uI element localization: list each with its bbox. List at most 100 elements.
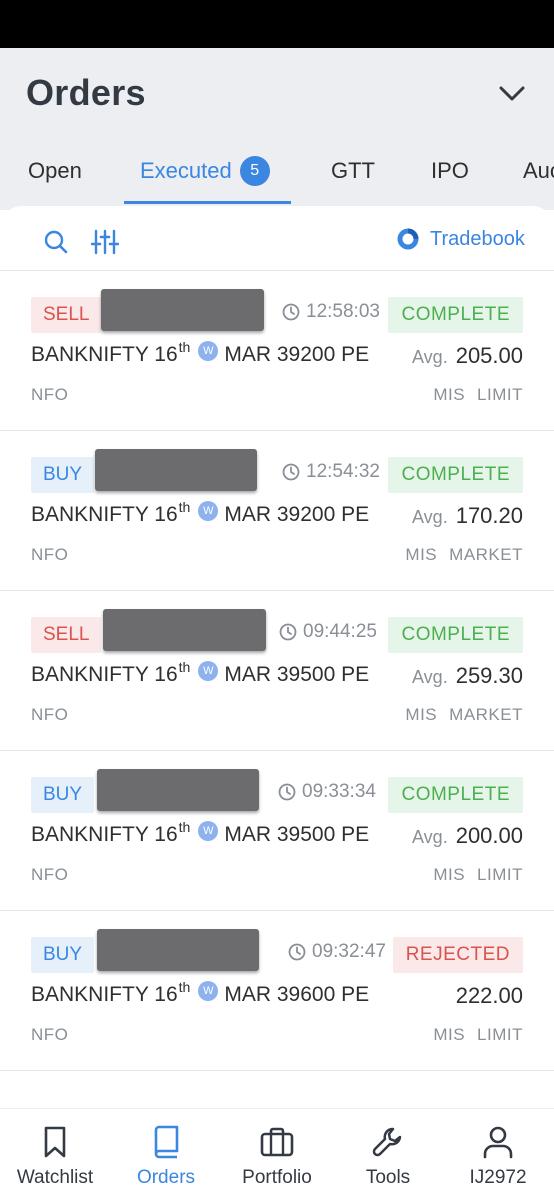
instrument-symbol: BANKNIFTY 16 <box>31 343 178 366</box>
instrument-contract: MAR 39500 PE <box>224 823 370 846</box>
order-type: LIMIT <box>477 865 523 884</box>
avg-price-value: 259.30 <box>455 663 523 688</box>
nav-tools[interactable]: Tools <box>333 1109 443 1200</box>
tab-auction[interactable]: Auc <box>523 148 554 206</box>
tradebook-icon <box>397 228 419 250</box>
instrument-name: BANKNIFTY 16th W MAR 39200 PE <box>31 499 370 527</box>
nav-portfolio[interactable]: Portfolio <box>222 1109 332 1200</box>
tab-open[interactable]: Open <box>28 148 82 206</box>
order-row[interactable]: SELL 09:44:25 COMPLETE BANKNIFTY 16th W MA… <box>0 591 554 751</box>
nav-label: Watchlist <box>16 1167 94 1188</box>
order-type: LIMIT <box>477 1025 523 1044</box>
tradebook-label: Tradebook <box>430 227 525 250</box>
order-time-text: 12:54:32 <box>306 461 380 482</box>
book-icon <box>154 1125 179 1159</box>
product-type: MIS <box>433 865 466 884</box>
exchange-label: NFO <box>31 545 69 564</box>
orders-dropdown-button[interactable] <box>492 74 532 114</box>
order-time: 09:32:47 <box>288 941 386 963</box>
order-row[interactable]: BUY 12:54:32 COMPLETE BANKNIFTY 16th W MAR… <box>0 431 554 591</box>
chevron-down-icon <box>499 86 525 101</box>
day-suffix: th <box>178 339 191 355</box>
nav-icon-wrap <box>41 1123 69 1161</box>
order-type: LIMIT <box>477 385 523 404</box>
redacted-block <box>97 769 259 811</box>
tab-executed[interactable]: Executed 5 <box>140 148 270 206</box>
order-row[interactable]: BUY 09:33:34 COMPLETE BANKNIFTY 16th W MAR… <box>0 751 554 911</box>
avg-label: Avg. <box>412 347 448 367</box>
redacted-block <box>101 289 264 331</box>
redacted-block <box>95 449 257 491</box>
bookmark-icon <box>44 1126 66 1158</box>
tab-label: Executed <box>140 158 232 183</box>
search-button[interactable] <box>40 226 72 258</box>
instrument-contract: MAR 39600 PE <box>224 983 370 1006</box>
clock-icon <box>282 303 300 321</box>
nav-icon-wrap <box>259 1123 295 1161</box>
order-time: 09:33:34 <box>278 781 376 803</box>
order-side-badge: SELL <box>31 617 102 653</box>
sliders-icon <box>91 229 119 255</box>
instrument-symbol: BANKNIFTY 16 <box>31 823 178 846</box>
nav-icon-wrap <box>151 1123 181 1161</box>
search-icon <box>44 230 68 254</box>
order-status-badge: COMPLETE <box>388 777 523 813</box>
bottom-navigation: Watchlist Orders Portfolio Tools IJ2972 <box>0 1108 554 1200</box>
day-suffix: th <box>178 659 191 675</box>
order-row[interactable]: SELL 12:58:03 COMPLETE BANKNIFTY 16th W MA… <box>0 271 554 431</box>
order-side-badge: SELL <box>31 297 102 333</box>
order-time: 12:54:32 <box>282 461 380 483</box>
product-info: MIS LIMIT <box>433 865 523 885</box>
order-side-badge: BUY <box>31 937 95 973</box>
weekly-expiry-badge: W <box>198 501 219 521</box>
avg-label: Avg. <box>412 827 448 847</box>
order-time: 09:44:25 <box>279 621 377 643</box>
order-status-badge: COMPLETE <box>388 617 523 653</box>
nav-icon-wrap <box>482 1123 514 1161</box>
clock-icon <box>288 943 306 961</box>
product-info: MIS MARKET <box>405 705 523 725</box>
order-time-text: 09:44:25 <box>303 621 377 642</box>
weekly-expiry-badge: W <box>198 661 219 681</box>
product-info: MIS LIMIT <box>433 385 523 405</box>
tab-label: GTT <box>331 158 375 183</box>
tradebook-button[interactable]: Tradebook <box>396 224 525 254</box>
day-suffix: th <box>178 499 191 515</box>
exchange-label: NFO <box>31 1025 69 1044</box>
avg-price-value: 205.00 <box>455 343 523 368</box>
avg-price: Avg. 200.00 <box>412 823 523 849</box>
clock-icon <box>282 463 300 481</box>
instrument-symbol: BANKNIFTY 16 <box>31 663 178 686</box>
nav-account[interactable]: IJ2972 <box>443 1109 553 1200</box>
exchange-label: NFO <box>31 705 69 724</box>
tab-gtt[interactable]: GTT <box>331 148 375 206</box>
avg-price: 222.00 <box>448 983 523 1009</box>
avg-label: Avg. <box>412 667 448 687</box>
order-tabs: Open Executed 5 GTT IPO Auc <box>0 148 554 206</box>
instrument-contract: MAR 39200 PE <box>224 343 370 366</box>
order-status-badge: COMPLETE <box>388 297 523 333</box>
avg-label: Avg. <box>412 507 448 527</box>
order-time-text: 09:33:34 <box>302 781 376 802</box>
tab-ipo[interactable]: IPO <box>431 148 469 206</box>
tab-label: Open <box>28 158 82 183</box>
nav-watchlist[interactable]: Watchlist <box>0 1109 110 1200</box>
instrument-contract: MAR 39200 PE <box>224 503 370 526</box>
wrench-icon <box>372 1127 402 1157</box>
avg-price: Avg. 259.30 <box>412 663 523 689</box>
nav-label: Portfolio <box>242 1167 312 1188</box>
weekly-expiry-badge: W <box>198 821 219 841</box>
exchange-label: NFO <box>31 385 69 404</box>
order-row[interactable]: BUY 09:32:47 REJECTED BANKNIFTY 16th W MAR… <box>0 911 554 1071</box>
product-type: MIS <box>433 385 466 404</box>
clock-icon <box>279 623 297 641</box>
weekly-expiry-badge: W <box>198 981 219 1001</box>
avg-price: Avg. 205.00 <box>412 343 523 369</box>
user-icon <box>483 1126 513 1159</box>
nav-icon-wrap <box>371 1123 405 1161</box>
order-status-badge: REJECTED <box>392 937 523 973</box>
filter-button[interactable] <box>88 225 122 259</box>
day-suffix: th <box>178 979 191 995</box>
nav-orders[interactable]: Orders <box>111 1109 221 1200</box>
weekly-expiry-badge: W <box>198 341 219 361</box>
